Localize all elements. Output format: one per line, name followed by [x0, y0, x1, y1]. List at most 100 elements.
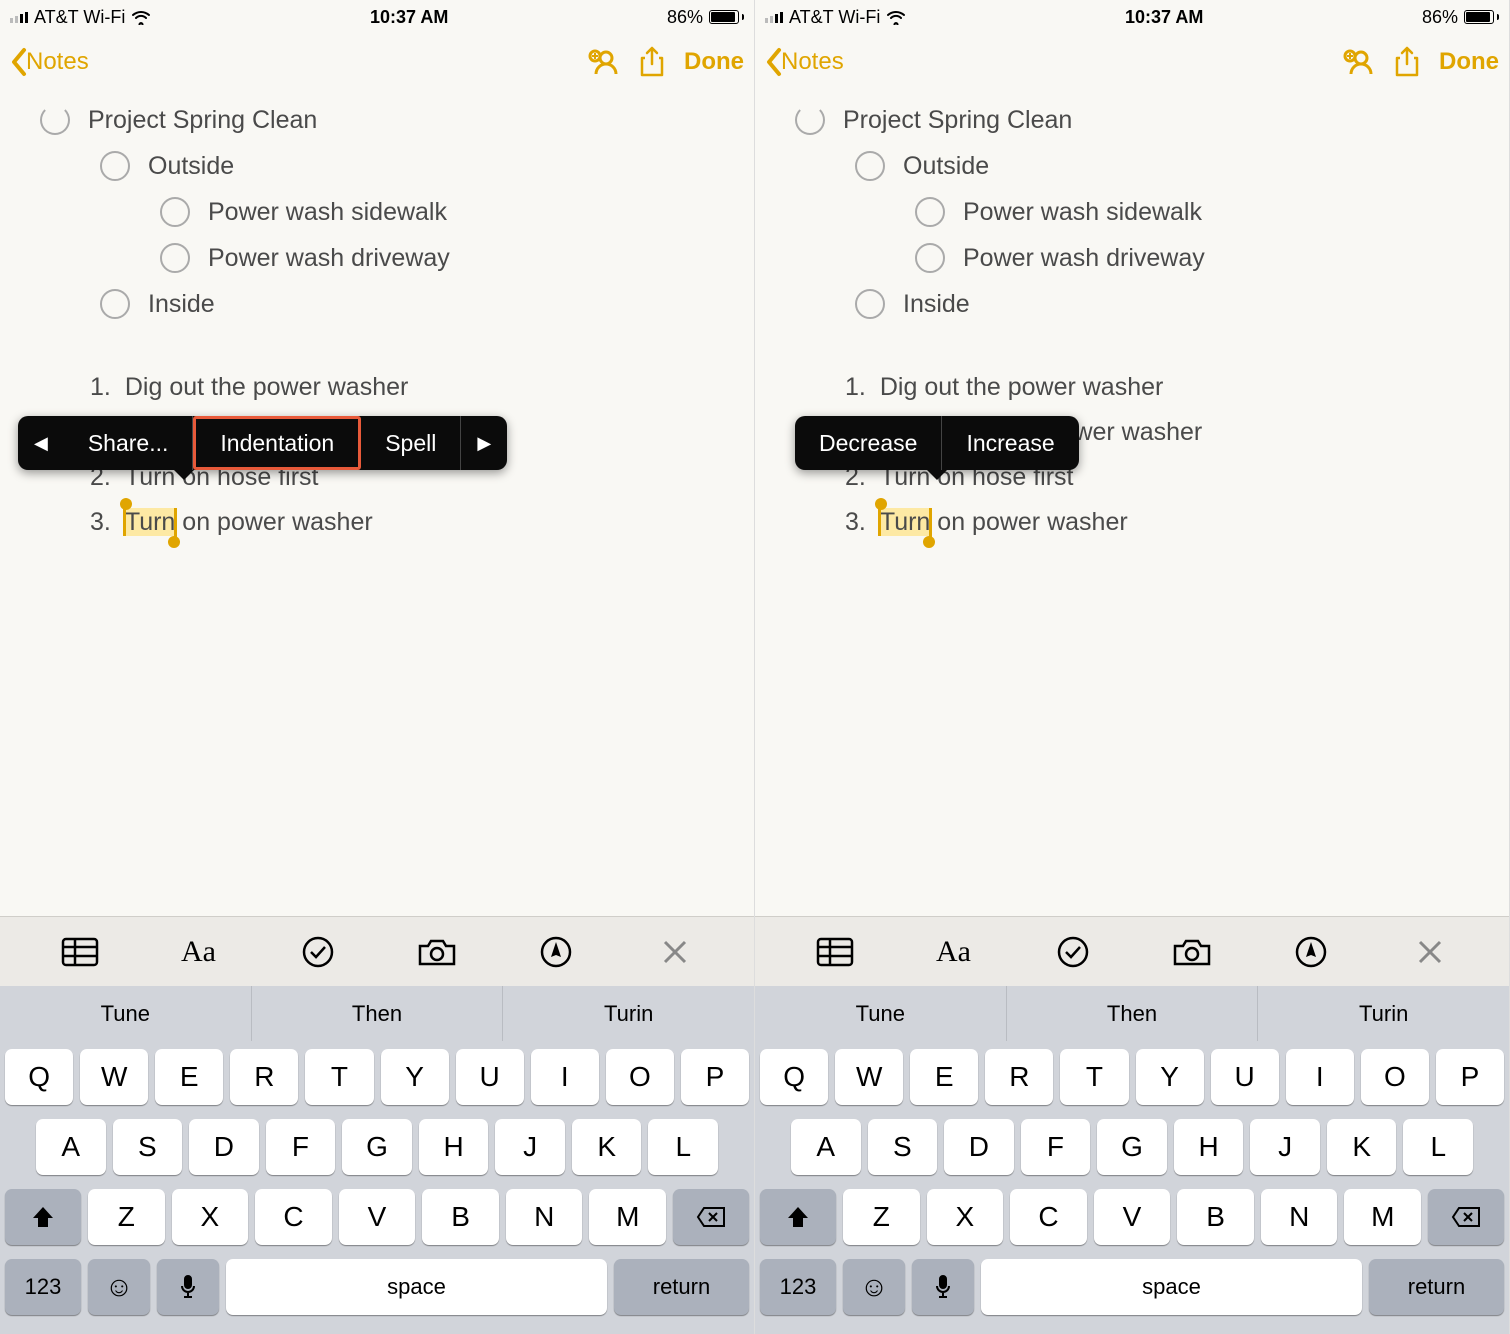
key-s[interactable]: S — [113, 1119, 183, 1175]
menu-spell-button[interactable]: Spell — [361, 416, 461, 470]
emoji-key[interactable]: ☺ — [88, 1259, 150, 1315]
checklist-icon[interactable] — [297, 931, 339, 973]
table-icon[interactable] — [59, 931, 101, 973]
key-q[interactable]: Q — [760, 1049, 828, 1105]
checkbox-circle[interactable] — [795, 105, 825, 135]
checkbox-circle[interactable] — [160, 197, 190, 227]
return-key[interactable]: return — [614, 1259, 749, 1315]
key-c[interactable]: C — [1010, 1189, 1087, 1245]
space-key[interactable]: space — [226, 1259, 607, 1315]
numbers-key[interactable]: 123 — [5, 1259, 81, 1315]
key-e[interactable]: E — [910, 1049, 978, 1105]
key-z[interactable]: Z — [843, 1189, 920, 1245]
checklist-item[interactable]: Power wash driveway — [0, 235, 754, 281]
key-i[interactable]: I — [1286, 1049, 1354, 1105]
numbered-item[interactable]: 3.Turn on power washer — [845, 500, 1509, 545]
mic-key[interactable] — [912, 1259, 974, 1315]
key-k[interactable]: K — [1327, 1119, 1397, 1175]
key-f[interactable]: F — [1021, 1119, 1091, 1175]
key-o[interactable]: O — [1361, 1049, 1429, 1105]
key-n[interactable]: N — [506, 1189, 583, 1245]
key-j[interactable]: J — [1250, 1119, 1320, 1175]
checkbox-circle[interactable] — [100, 151, 130, 181]
checkbox-circle[interactable] — [915, 243, 945, 273]
key-u[interactable]: U — [1211, 1049, 1279, 1105]
key-h[interactable]: H — [1174, 1119, 1244, 1175]
done-button[interactable]: Done — [1439, 48, 1499, 76]
note-body[interactable]: Project Spring Clean Outside Power wash … — [755, 89, 1509, 916]
text-selection[interactable]: Turn — [880, 508, 930, 536]
key-f[interactable]: F — [266, 1119, 336, 1175]
close-icon[interactable] — [654, 931, 696, 973]
checklist-item[interactable]: Project Spring Clean — [0, 97, 754, 143]
key-y[interactable]: Y — [381, 1049, 449, 1105]
menu-increase-indent-button[interactable]: Increase — [942, 416, 1078, 470]
checklist-item[interactable]: Inside — [755, 281, 1509, 327]
checkbox-circle[interactable] — [160, 243, 190, 273]
checklist-item[interactable]: Inside — [0, 281, 754, 327]
camera-icon[interactable] — [1171, 931, 1213, 973]
key-g[interactable]: G — [342, 1119, 412, 1175]
collaborate-icon[interactable] — [1341, 46, 1375, 78]
checklist-item[interactable]: Power wash driveway — [755, 235, 1509, 281]
checklist-item[interactable]: Outside — [0, 143, 754, 189]
back-button[interactable]: Notes — [10, 47, 89, 77]
checklist-item[interactable]: Outside — [755, 143, 1509, 189]
menu-share-button[interactable]: Share... — [64, 416, 194, 470]
suggestion-3[interactable]: Turin — [1258, 986, 1509, 1041]
menu-decrease-indent-button[interactable]: Decrease — [795, 416, 942, 470]
backspace-key[interactable] — [1428, 1189, 1504, 1245]
key-r[interactable]: R — [230, 1049, 298, 1105]
done-button[interactable]: Done — [684, 48, 744, 76]
camera-icon[interactable] — [416, 931, 458, 973]
key-t[interactable]: T — [1060, 1049, 1128, 1105]
key-x[interactable]: X — [172, 1189, 249, 1245]
backspace-key[interactable] — [673, 1189, 749, 1245]
numbered-item[interactable]: 1.Dig out the power washer — [90, 365, 754, 410]
mic-key[interactable] — [157, 1259, 219, 1315]
menu-indentation-button[interactable]: Indentation — [193, 416, 361, 470]
key-d[interactable]: D — [189, 1119, 259, 1175]
key-w[interactable]: W — [835, 1049, 903, 1105]
key-s[interactable]: S — [868, 1119, 938, 1175]
key-y[interactable]: Y — [1136, 1049, 1204, 1105]
suggestion-2[interactable]: Then — [1007, 986, 1259, 1041]
numbered-item[interactable]: 1.Dig out the power washer — [845, 365, 1509, 410]
key-d[interactable]: D — [944, 1119, 1014, 1175]
key-t[interactable]: T — [305, 1049, 373, 1105]
suggestion-1[interactable]: Tune — [0, 986, 252, 1041]
key-z[interactable]: Z — [88, 1189, 165, 1245]
key-m[interactable]: M — [589, 1189, 666, 1245]
checklist-item[interactable]: Power wash sidewalk — [0, 189, 754, 235]
key-c[interactable]: C — [255, 1189, 332, 1245]
key-e[interactable]: E — [155, 1049, 223, 1105]
key-k[interactable]: K — [572, 1119, 642, 1175]
key-q[interactable]: Q — [5, 1049, 73, 1105]
share-icon[interactable] — [638, 45, 666, 79]
shift-key[interactable] — [5, 1189, 81, 1245]
back-button[interactable]: Notes — [765, 47, 844, 77]
return-key[interactable]: return — [1369, 1259, 1504, 1315]
key-b[interactable]: B — [1177, 1189, 1254, 1245]
table-icon[interactable] — [814, 931, 856, 973]
note-body[interactable]: Project Spring Clean Outside Power wash … — [0, 89, 754, 916]
key-v[interactable]: V — [1094, 1189, 1171, 1245]
key-r[interactable]: R — [985, 1049, 1053, 1105]
key-p[interactable]: P — [1436, 1049, 1504, 1105]
shift-key[interactable] — [760, 1189, 836, 1245]
key-l[interactable]: L — [1403, 1119, 1473, 1175]
text-selection[interactable]: Turn — [125, 508, 175, 536]
key-x[interactable]: X — [927, 1189, 1004, 1245]
key-l[interactable]: L — [648, 1119, 718, 1175]
checkbox-circle[interactable] — [855, 151, 885, 181]
numbers-key[interactable]: 123 — [760, 1259, 836, 1315]
key-m[interactable]: M — [1344, 1189, 1421, 1245]
suggestion-1[interactable]: Tune — [755, 986, 1007, 1041]
text-format-icon[interactable]: Aa — [933, 931, 975, 973]
key-a[interactable]: A — [36, 1119, 106, 1175]
suggestion-2[interactable]: Then — [252, 986, 504, 1041]
key-i[interactable]: I — [531, 1049, 599, 1105]
markup-icon[interactable] — [535, 931, 577, 973]
key-j[interactable]: J — [495, 1119, 565, 1175]
checkbox-circle[interactable] — [100, 289, 130, 319]
